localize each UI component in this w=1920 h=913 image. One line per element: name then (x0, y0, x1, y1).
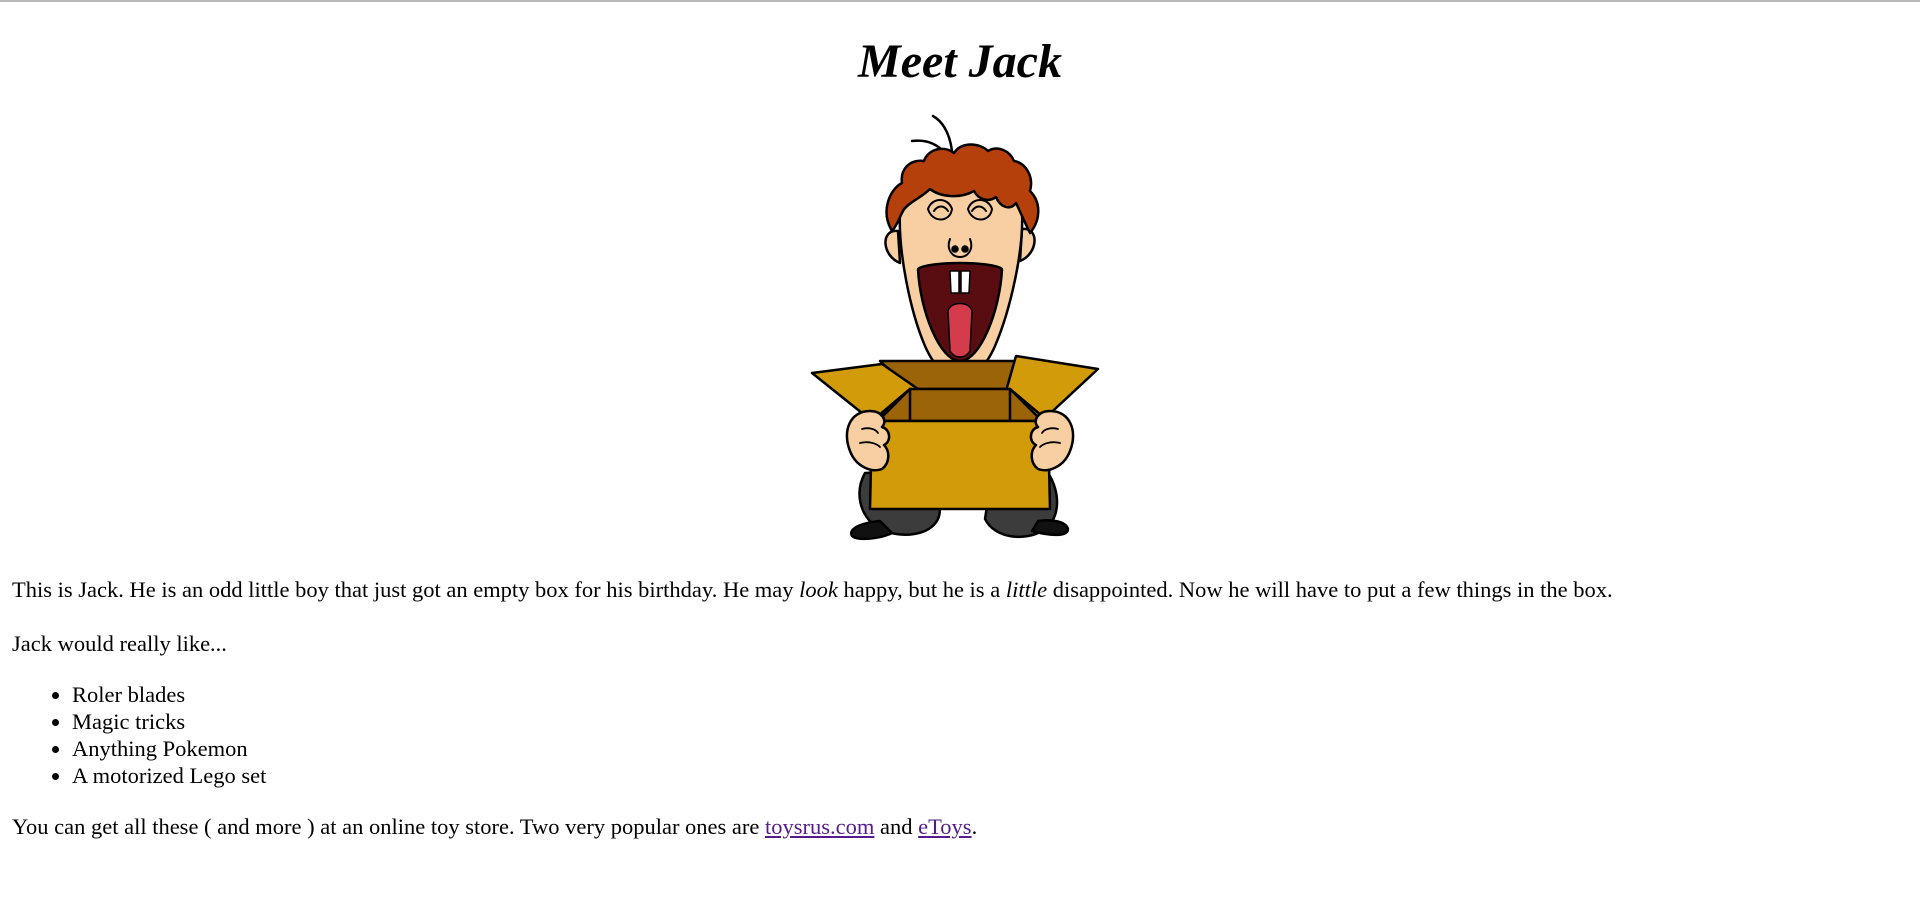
toy-store-paragraph: You can get all these ( and more ) at an… (12, 813, 1908, 840)
box-front (868, 419, 1052, 511)
intro-emphasis-little: little (1005, 577, 1048, 602)
store-text-1: You can get all these ( and more ) at an… (12, 814, 766, 839)
wish-list: Roler blades Magic tricks Anything Pokem… (12, 681, 1908, 789)
jack-image-container (12, 111, 1908, 548)
window-top-border (0, 0, 1920, 2)
list-item: Roler blades (72, 681, 1908, 708)
store-text-3: . (971, 814, 978, 839)
jack-boy-with-box-icon (810, 114, 1100, 541)
page-content: Meet Jack This is Jack. He is an odd lit… (0, 0, 1920, 840)
list-item: A motorized Lego set (72, 762, 1908, 789)
intro-text-2: happy, but he is a (837, 577, 1006, 602)
list-item: Magic tricks (72, 708, 1908, 735)
list-item: Anything Pokemon (72, 735, 1908, 762)
wish-list-heading: Jack would really like... (12, 631, 227, 656)
intro-text-3: disappointed. Now he will have to put a … (1047, 577, 1613, 602)
toysrus-link[interactable]: toysrus.com (765, 814, 874, 839)
store-text-2: and (874, 814, 919, 839)
tongue (947, 302, 973, 358)
page-title: Meet Jack (858, 35, 1062, 88)
intro-paragraph: This is Jack. He is an odd little boy th… (12, 576, 1908, 603)
intro-emphasis-look: look (799, 577, 838, 602)
etoys-link[interactable]: eToys (918, 814, 971, 839)
intro-text-1: This is Jack. He is an odd little boy th… (12, 577, 800, 602)
